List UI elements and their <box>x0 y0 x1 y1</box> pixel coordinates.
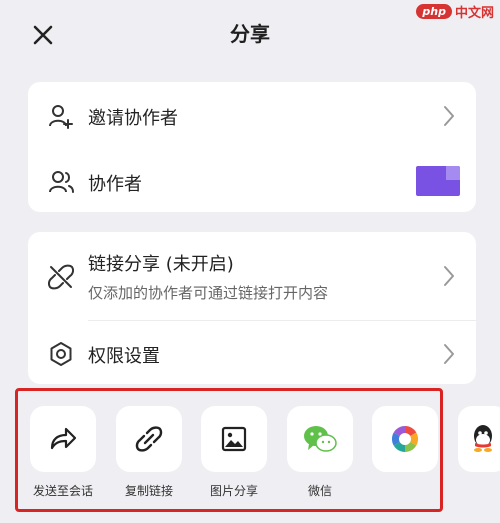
collaborators-row[interactable]: 协作者 <box>28 162 476 202</box>
image-share-button[interactable] <box>201 406 267 472</box>
top-bar: 分享 php 中文网 <box>0 0 500 70</box>
copy-link-button[interactable] <box>116 406 182 472</box>
page-title: 分享 <box>230 22 270 46</box>
link-share-row[interactable]: 链接分享 (未开启) 仅添加的协作者可通过链接打开内容 <box>28 244 476 308</box>
add-user-icon <box>49 105 73 129</box>
wechat-label: 微信 <box>307 484 332 498</box>
moments-button[interactable] <box>372 406 438 472</box>
send-to-chat-label: 发送至会话 <box>32 484 93 498</box>
watermark-badge: php <box>416 4 452 19</box>
watermark: php 中文网 <box>416 2 494 21</box>
permissions-row[interactable]: 权限设置 <box>28 332 476 376</box>
wechat-icon <box>304 426 337 452</box>
collaborators-card: 邀请协作者 协作者 <box>28 82 476 212</box>
divider <box>88 320 476 321</box>
invite-collaborator-row[interactable]: 邀请协作者 <box>28 96 476 136</box>
users-icon <box>49 171 74 193</box>
moments-icon <box>391 425 419 453</box>
link-off-icon <box>48 264 74 290</box>
link-share-card: 链接分享 (未开启) 仅添加的协作者可通过链接打开内容 权限设置 <box>28 232 476 384</box>
permissions-label: 权限设置 <box>88 346 160 367</box>
link-share-title: 链接分享 (未开启) <box>88 254 234 275</box>
image-share-label: 图片分享 <box>209 484 258 498</box>
share-arrow-icon <box>50 427 77 450</box>
gear-icon <box>50 342 72 366</box>
avatar-highlight <box>446 166 460 180</box>
send-to-chat-button[interactable] <box>30 406 96 472</box>
collaborators-label: 协作者 <box>88 174 142 195</box>
invite-collaborator-label: 邀请协作者 <box>88 108 178 129</box>
link-share-subtitle: 仅添加的协作者可通过链接打开内容 <box>88 284 329 302</box>
qq-icon <box>474 425 492 452</box>
chevron-right-icon <box>444 344 454 364</box>
chevron-right-icon <box>444 266 454 286</box>
wechat-button[interactable] <box>287 406 353 472</box>
watermark-text: 中文网 <box>454 6 494 21</box>
image-icon <box>221 426 247 452</box>
copy-link-label: 复制链接 <box>124 484 173 498</box>
chevron-right-icon <box>444 106 454 126</box>
collaborator-avatar <box>416 166 460 196</box>
qq-button[interactable] <box>458 406 500 472</box>
link-icon <box>135 426 163 452</box>
